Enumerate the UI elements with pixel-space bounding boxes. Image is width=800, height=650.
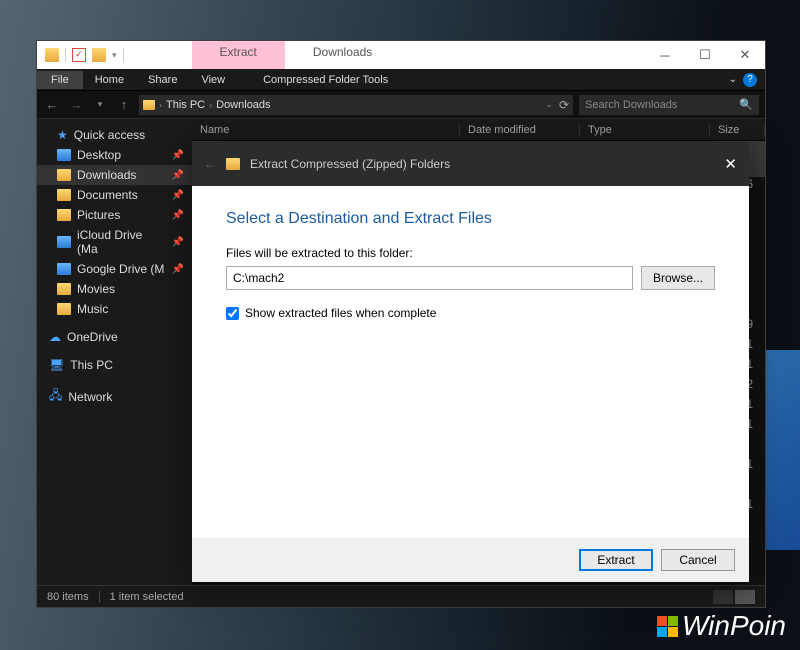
status-selection: 1 item selected — [99, 591, 184, 603]
watermark-logo-icon — [657, 616, 678, 637]
breadcrumb[interactable]: › This PC › Downloads ⌄ ⟳ — [139, 95, 573, 115]
column-headers[interactable]: Name Date modified Type Size — [192, 119, 765, 141]
sidebar-network[interactable]: 🖧Network — [37, 383, 192, 410]
sidebar-thispc[interactable]: 🖥This PC — [37, 355, 192, 375]
folder-icon — [57, 209, 71, 221]
qat-check-icon[interactable]: ✓ — [72, 48, 86, 62]
sidebar-item-downloads[interactable]: Downloads📌 — [37, 165, 192, 185]
folder-icon — [57, 169, 71, 181]
ribbon-share[interactable]: Share — [136, 71, 189, 89]
breadcrumb-segment[interactable]: This PC — [166, 99, 205, 111]
sidebar-quick-access[interactable]: ★ Quick access — [37, 125, 192, 145]
col-type: Type — [580, 124, 710, 136]
ribbon-view[interactable]: View — [189, 71, 237, 89]
status-bar: 80 items 1 item selected — [37, 585, 765, 607]
window-title: Downloads — [285, 41, 400, 69]
dialog-path-label: Files will be extracted to this folder: — [226, 246, 715, 260]
ribbon: File Home Share View Compressed Folder T… — [37, 69, 765, 91]
ribbon-file[interactable]: File — [37, 71, 83, 89]
watermark: WinPoin — [657, 610, 786, 642]
sidebar-item-icloud[interactable]: iCloud Drive (Ma📌 — [37, 225, 192, 259]
breadcrumb-segment[interactable]: Downloads — [216, 99, 270, 111]
dialog-heading: Select a Destination and Extract Files — [226, 210, 715, 228]
ribbon-home[interactable]: Home — [83, 71, 136, 89]
dialog-back-icon: ← — [204, 157, 216, 171]
minimize-button[interactable]: ─ — [645, 41, 685, 69]
folder-icon — [57, 263, 71, 275]
folder-icon — [57, 303, 71, 315]
qat-folder-icon[interactable] — [92, 48, 106, 62]
view-details-button[interactable] — [713, 590, 733, 604]
qat-dropdown-icon[interactable]: ▾ — [112, 50, 117, 61]
search-input[interactable]: Search Downloads 🔍 — [579, 95, 759, 115]
dialog-header: ← Extract Compressed (Zipped) Folders ✕ — [192, 142, 749, 186]
help-icon[interactable]: ? — [743, 73, 757, 87]
folder-icon — [57, 283, 71, 295]
network-icon: 🖧 — [49, 386, 62, 407]
sidebar-onedrive[interactable]: ☁OneDrive — [37, 327, 192, 347]
sidebar-item-movies[interactable]: Movies — [37, 279, 192, 299]
nav-back-icon[interactable]: ← — [43, 97, 61, 112]
folder-icon — [57, 149, 71, 161]
sidebar-item-pictures[interactable]: Pictures📌 — [37, 205, 192, 225]
address-bar: ← → ▾ ↑ › This PC › Downloads ⌄ ⟳ Search… — [37, 91, 765, 119]
col-size: Size — [710, 124, 765, 136]
star-icon: ★ — [57, 128, 68, 142]
pc-icon: 🖥 — [49, 358, 64, 372]
extract-dialog: ← Extract Compressed (Zipped) Folders ✕ … — [192, 142, 749, 582]
close-button[interactable]: ✕ — [725, 41, 765, 69]
ribbon-context-group[interactable]: Compressed Folder Tools — [251, 71, 400, 89]
dialog-footer: Extract Cancel — [192, 538, 749, 582]
zip-icon — [226, 158, 240, 170]
app-icon — [45, 48, 59, 62]
pin-icon: 📌 — [172, 264, 184, 275]
browse-button[interactable]: Browse... — [641, 266, 715, 290]
pin-icon: 📌 — [172, 237, 184, 248]
sidebar-item-googledrive[interactable]: Google Drive (M📌 — [37, 259, 192, 279]
breadcrumb-dropdown-icon[interactable]: ⌄ — [545, 99, 553, 110]
show-files-checkbox-input[interactable] — [226, 307, 239, 320]
search-placeholder: Search Downloads — [585, 99, 677, 111]
extract-button[interactable]: Extract — [579, 549, 653, 571]
status-item-count: 80 items — [47, 591, 89, 603]
folder-icon — [57, 189, 71, 201]
context-tab-extract[interactable]: Extract — [192, 41, 285, 69]
destination-input[interactable] — [226, 266, 633, 290]
onedrive-icon: ☁ — [49, 330, 61, 344]
breadcrumb-folder-icon — [143, 100, 155, 110]
sidebar-item-documents[interactable]: Documents📌 — [37, 185, 192, 205]
cancel-button[interactable]: Cancel — [661, 549, 735, 571]
nav-up-icon[interactable]: ↑ — [115, 97, 133, 112]
pin-icon: 📌 — [172, 170, 184, 181]
view-icons-button[interactable] — [735, 590, 755, 604]
checkbox-label: Show extracted files when complete — [245, 306, 436, 320]
ribbon-collapse-icon[interactable]: ⌄ — [729, 74, 737, 85]
nav-pane: ★ Quick access Desktop📌 Downloads📌 Docum… — [37, 119, 192, 585]
pin-icon: 📌 — [172, 190, 184, 201]
sidebar-item-music[interactable]: Music — [37, 299, 192, 319]
dialog-title: Extract Compressed (Zipped) Folders — [250, 157, 450, 171]
pin-icon: 📌 — [172, 150, 184, 161]
show-files-checkbox[interactable]: Show extracted files when complete — [226, 306, 715, 320]
sidebar-item-desktop[interactable]: Desktop📌 — [37, 145, 192, 165]
col-name: Name — [192, 124, 460, 136]
refresh-icon[interactable]: ⟳ — [559, 98, 569, 112]
maximize-button[interactable]: ☐ — [685, 41, 725, 69]
pin-icon: 📌 — [172, 210, 184, 221]
nav-history-icon[interactable]: ▾ — [91, 99, 109, 110]
titlebar: ✓ ▾ Extract Downloads ─ ☐ ✕ — [37, 41, 765, 69]
folder-icon — [57, 236, 71, 248]
nav-forward-icon: → — [67, 97, 85, 112]
search-icon: 🔍 — [739, 98, 753, 111]
col-date: Date modified — [460, 124, 580, 136]
dialog-close-button[interactable]: ✕ — [724, 155, 737, 173]
